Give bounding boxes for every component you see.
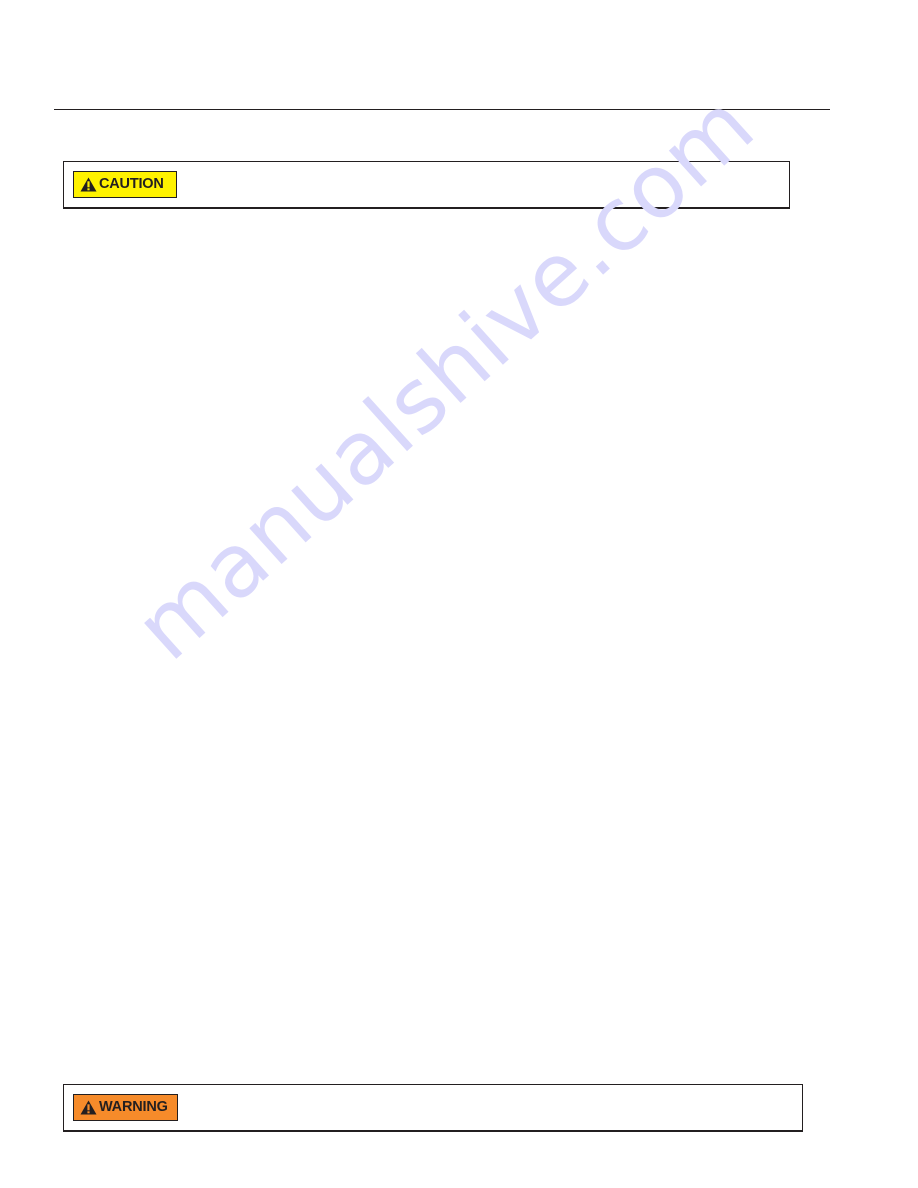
caution-notice-box: CAUTION xyxy=(63,161,790,209)
warning-label: WARNING xyxy=(99,1099,168,1116)
header-rule xyxy=(54,109,830,110)
caution-badge: CAUTION xyxy=(73,171,177,198)
warning-notice-box: WARNING xyxy=(63,1084,803,1132)
caution-label: CAUTION xyxy=(99,176,164,193)
warning-badge: WARNING xyxy=(73,1094,178,1121)
warning-triangle-icon xyxy=(80,177,97,192)
warning-triangle-icon xyxy=(80,1100,97,1115)
